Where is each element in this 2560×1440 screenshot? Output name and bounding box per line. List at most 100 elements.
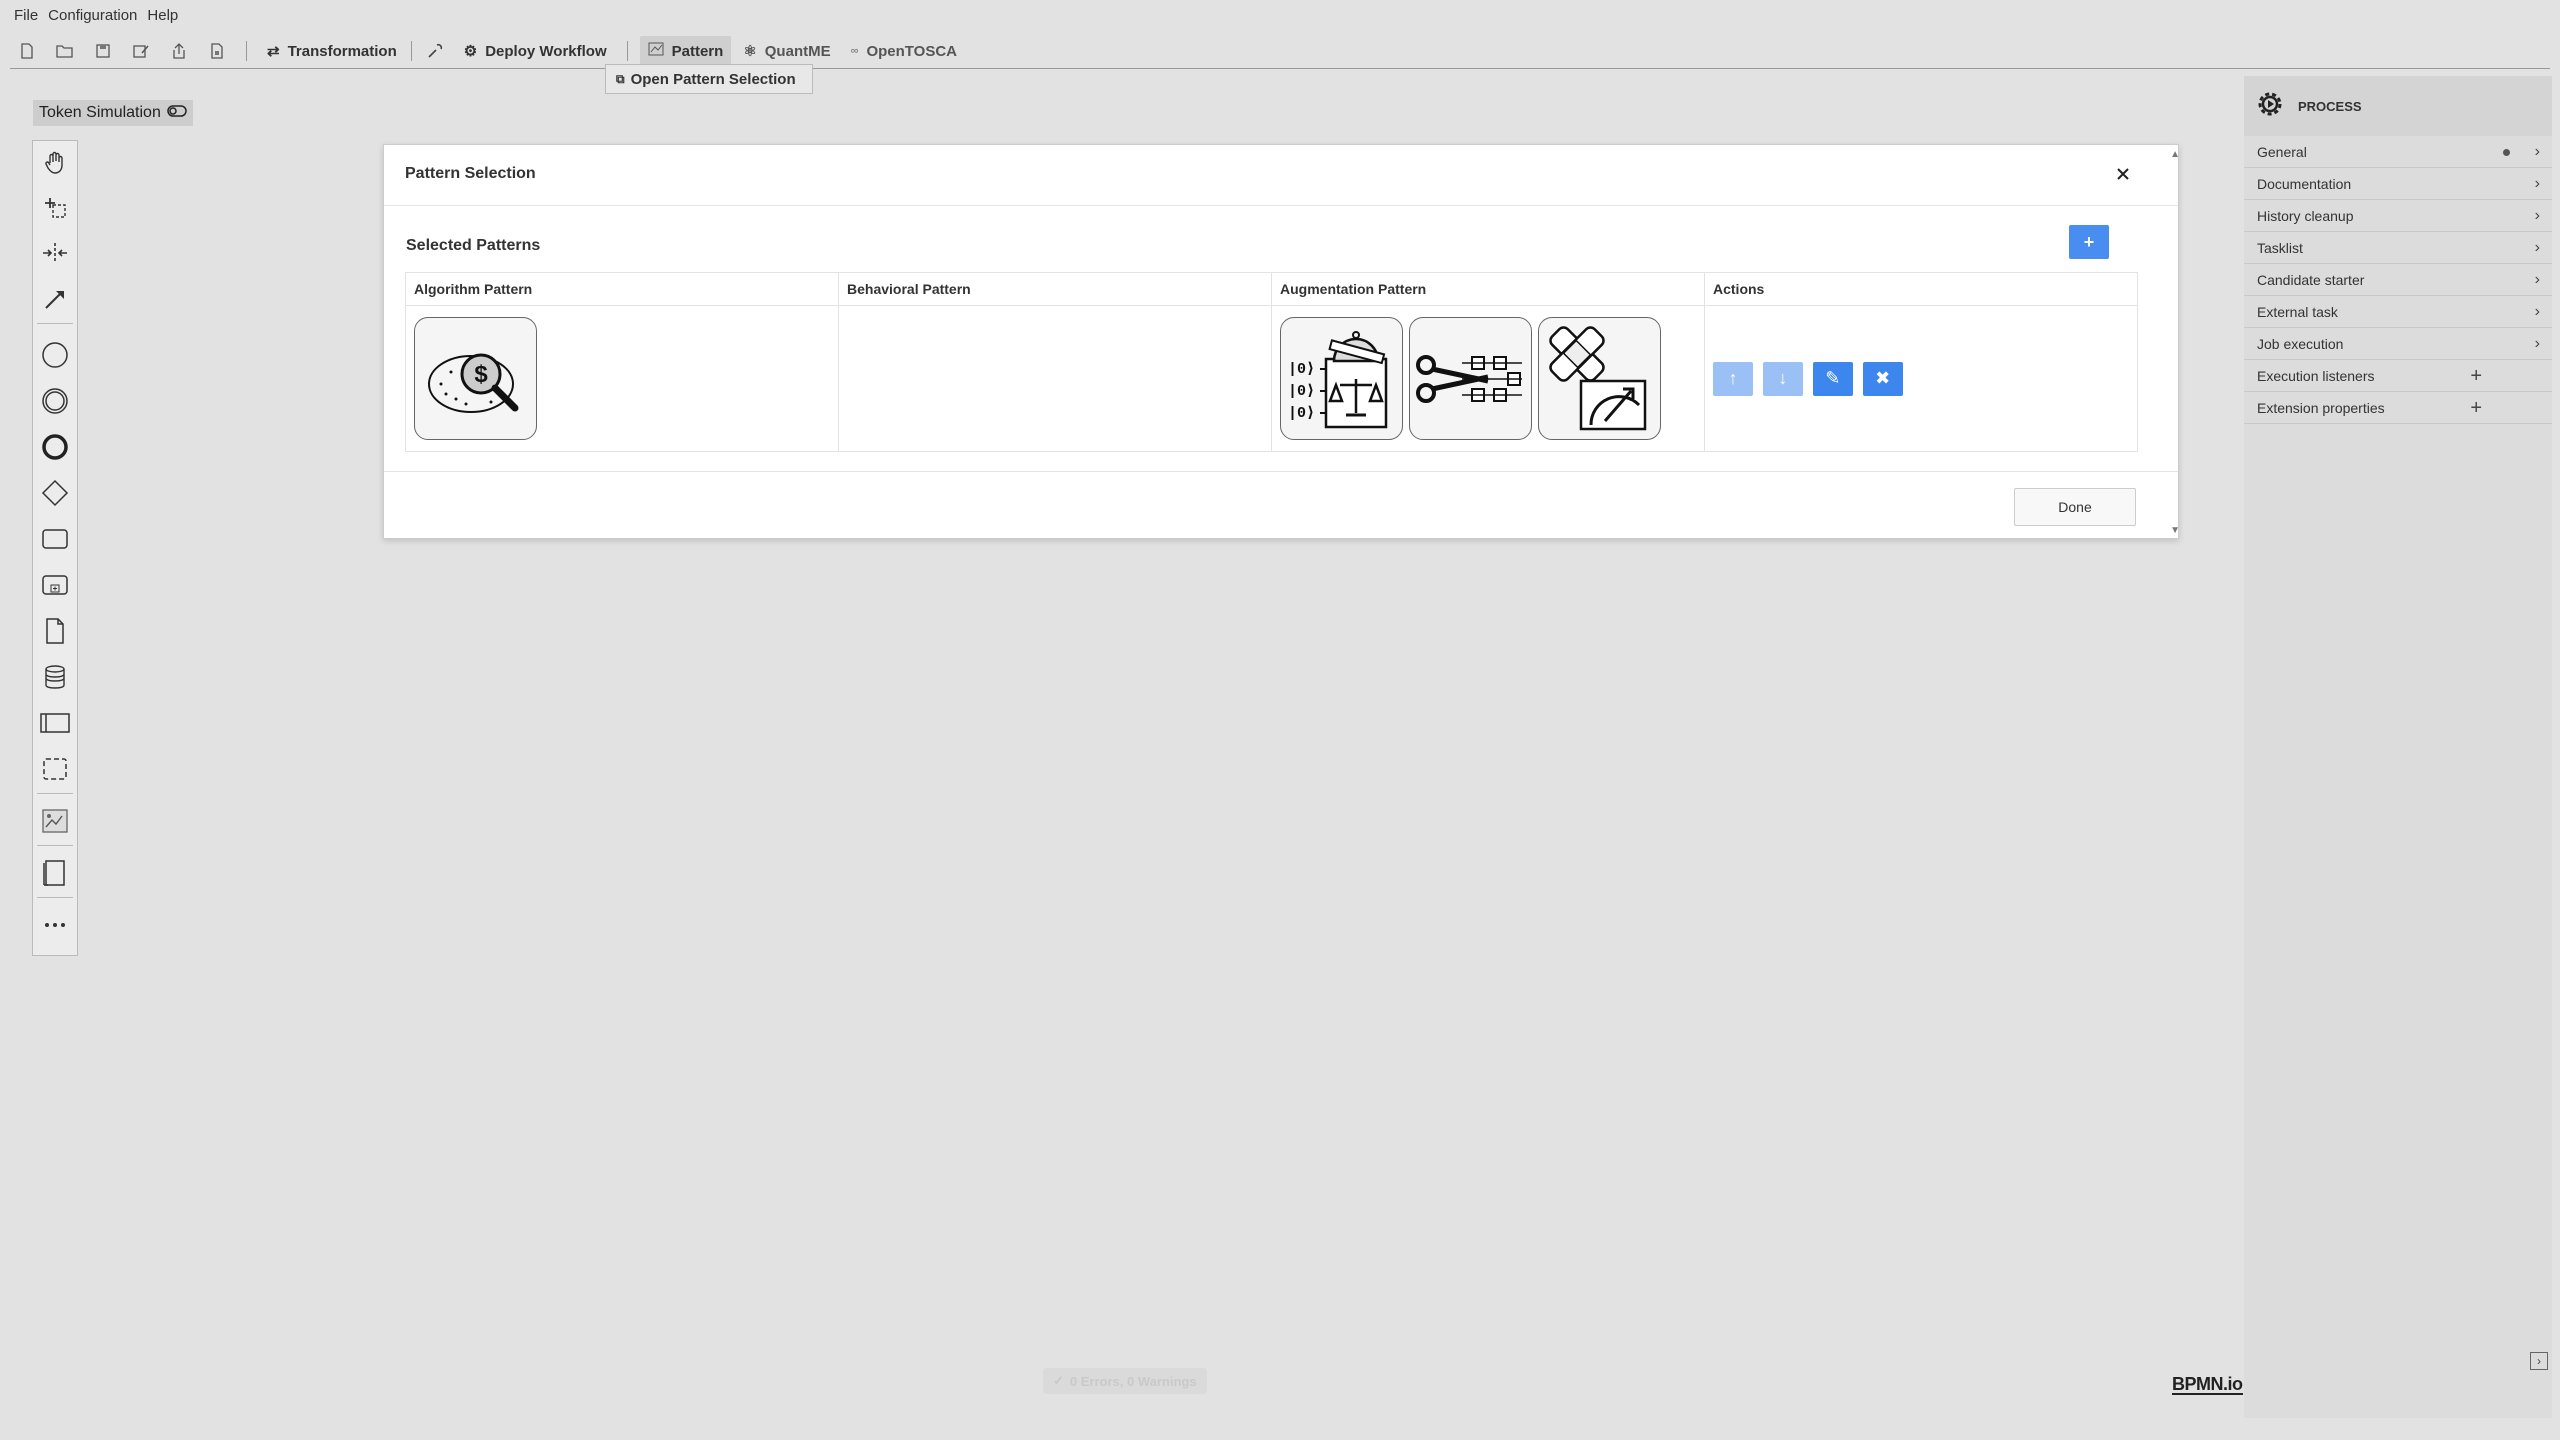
panel-toggle-icon[interactable]: › (2530, 1352, 2548, 1370)
palette-separator (37, 323, 73, 324)
toolbar-separator (246, 41, 247, 61)
scroll-down-icon[interactable]: ▼ (2170, 525, 2180, 536)
quantme-button[interactable]: ⚛ QuantME (735, 36, 838, 66)
toolbar-separator (410, 41, 412, 61)
swap-arrows-icon: ⇄ (267, 43, 280, 60)
menu-bar: File Configuration Help (12, 4, 180, 28)
group-documentation[interactable]: Documentation › (2244, 169, 2552, 200)
text-annotation-icon[interactable] (33, 853, 77, 893)
table-row: $ |0⟩ |0⟩ |0⟩ ↑ ↓ ✎ ✖ (405, 305, 2138, 452)
transformation-button[interactable]: ⇄ Transformation (259, 36, 405, 66)
new-file-icon[interactable] (10, 37, 44, 65)
column-header-behavioral: Behavioral Pattern (838, 272, 1272, 306)
close-icon[interactable] (2110, 161, 2136, 187)
done-button[interactable]: Done (2014, 488, 2136, 526)
patterns-table: Algorithm Pattern Behavioral Pattern Aug… (405, 272, 2138, 452)
deploy-workflow-button[interactable]: ⚙ Deploy Workflow (456, 36, 615, 66)
save-icon[interactable] (86, 37, 120, 65)
hand-tool-icon[interactable] (33, 143, 77, 183)
edit-button[interactable]: ✎ (1812, 361, 1853, 396)
open-folder-icon[interactable] (48, 37, 82, 65)
readout-error-mitigation-icon[interactable]: |0⟩ |0⟩ |0⟩ (1280, 317, 1403, 440)
bpmn-io-logo[interactable]: BPMN.io (2172, 1375, 2243, 1395)
token-simulation-toggle[interactable]: Token Simulation (33, 100, 193, 126)
actions-cell: ↑ ↓ ✎ ✖ (1704, 305, 2138, 452)
space-tool-icon[interactable] (33, 233, 77, 273)
data-store-icon[interactable] (33, 657, 77, 697)
palette-separator (37, 793, 73, 794)
modal-title: Pattern Selection (405, 165, 536, 182)
delete-button[interactable]: ✖ (1862, 361, 1903, 396)
toggle-icon (167, 104, 187, 122)
modal-header: Pattern Selection (384, 145, 2178, 206)
plus-icon[interactable]: + (2470, 397, 2482, 420)
table-header-row: Algorithm Pattern Behavioral Pattern Aug… (405, 272, 2138, 306)
pattern-icon (648, 42, 664, 60)
pattern-selection-icon: ⧉ (616, 71, 625, 86)
group-icon[interactable] (33, 749, 77, 789)
move-up-button[interactable]: ↑ (1713, 361, 1753, 396)
column-header-augmentation: Augmentation Pattern (1271, 272, 1705, 306)
error-correction-icon[interactable] (1537, 317, 1661, 440)
opentosca-button[interactable]: ∞ OpenTOSCA (843, 36, 965, 66)
move-down-button[interactable]: ↓ (1762, 361, 1803, 396)
group-execution-listeners[interactable]: Execution listeners + (2244, 361, 2552, 392)
end-event-icon[interactable] (33, 427, 77, 467)
group-external-task[interactable]: External task › (2244, 297, 2552, 328)
pool-icon[interactable] (33, 703, 77, 743)
global-connect-tool-icon[interactable] (33, 279, 77, 319)
group-history-cleanup[interactable]: History cleanup › (2244, 201, 2552, 232)
subprocess-icon[interactable] (33, 565, 77, 605)
open-pattern-selection-item[interactable]: ⧉ Open Pattern Selection (605, 64, 813, 94)
svg-text:|0⟩: |0⟩ (1288, 361, 1315, 378)
gateway-icon[interactable] (33, 473, 77, 513)
add-pattern-button[interactable]: + (2069, 225, 2109, 259)
behavioral-pattern-cell (838, 305, 1272, 452)
svg-text:|0⟩: |0⟩ (1288, 383, 1315, 400)
toolbar-separator (626, 41, 628, 61)
group-general[interactable]: General › (2244, 137, 2552, 168)
chevron-right-icon: › (2534, 271, 2540, 288)
palette-separator (37, 897, 73, 898)
more-options-icon[interactable] (33, 905, 77, 945)
pattern-button[interactable]: Pattern (639, 36, 732, 66)
menu-help[interactable]: Help (145, 4, 180, 28)
svg-text:|0⟩: |0⟩ (1288, 405, 1315, 422)
tool-palette (32, 140, 78, 956)
chevron-right-icon: › (2534, 335, 2540, 352)
chevron-right-icon: › (2534, 143, 2540, 160)
save-as-icon[interactable] (124, 37, 158, 65)
group-candidate-starter[interactable]: Candidate starter › (2244, 265, 2552, 296)
algorithm-pattern-cell: $ (405, 305, 839, 452)
chevron-right-icon: › (2534, 303, 2540, 320)
data-object-icon[interactable] (33, 611, 77, 651)
task-icon[interactable] (33, 519, 77, 559)
process-gear-icon (2254, 88, 2286, 125)
lasso-tool-icon[interactable] (33, 187, 77, 227)
menu-configuration[interactable]: Configuration (46, 4, 139, 28)
amplitude-amplification-icon[interactable]: $ (414, 317, 537, 440)
intermediate-event-icon[interactable] (33, 381, 77, 421)
document-icon[interactable] (200, 37, 234, 65)
atom-icon: ⚛ (743, 43, 757, 60)
group-extension-properties[interactable]: Extension properties + (2244, 393, 2552, 424)
pattern-tool-icon[interactable] (33, 801, 77, 841)
column-header-actions: Actions (1704, 272, 2138, 306)
export-icon[interactable] (162, 37, 196, 65)
plus-icon[interactable]: + (2470, 365, 2482, 388)
group-tasklist[interactable]: Tasklist › (2244, 233, 2552, 264)
wrench-icon[interactable] (418, 37, 452, 65)
scroll-up-icon[interactable]: ▲ (2170, 149, 2180, 160)
svg-text:$: $ (474, 361, 488, 388)
group-job-execution[interactable]: Job execution › (2244, 329, 2552, 360)
chevron-right-icon: › (2534, 175, 2540, 192)
menu-file[interactable]: File (12, 4, 40, 28)
palette-separator (37, 845, 73, 846)
modal-footer (384, 471, 2178, 472)
linting-status[interactable]: ✓ 0 Errors, 0 Warnings (1043, 1368, 1207, 1394)
selected-patterns-heading: Selected Patterns (406, 237, 541, 254)
circuit-cutting-icon[interactable] (1408, 317, 1532, 440)
gear-icon: ⚙ (463, 43, 478, 60)
start-event-icon[interactable] (33, 335, 77, 375)
pattern-selection-modal: Pattern Selection ▲ Selected Patterns + … (383, 144, 2180, 539)
